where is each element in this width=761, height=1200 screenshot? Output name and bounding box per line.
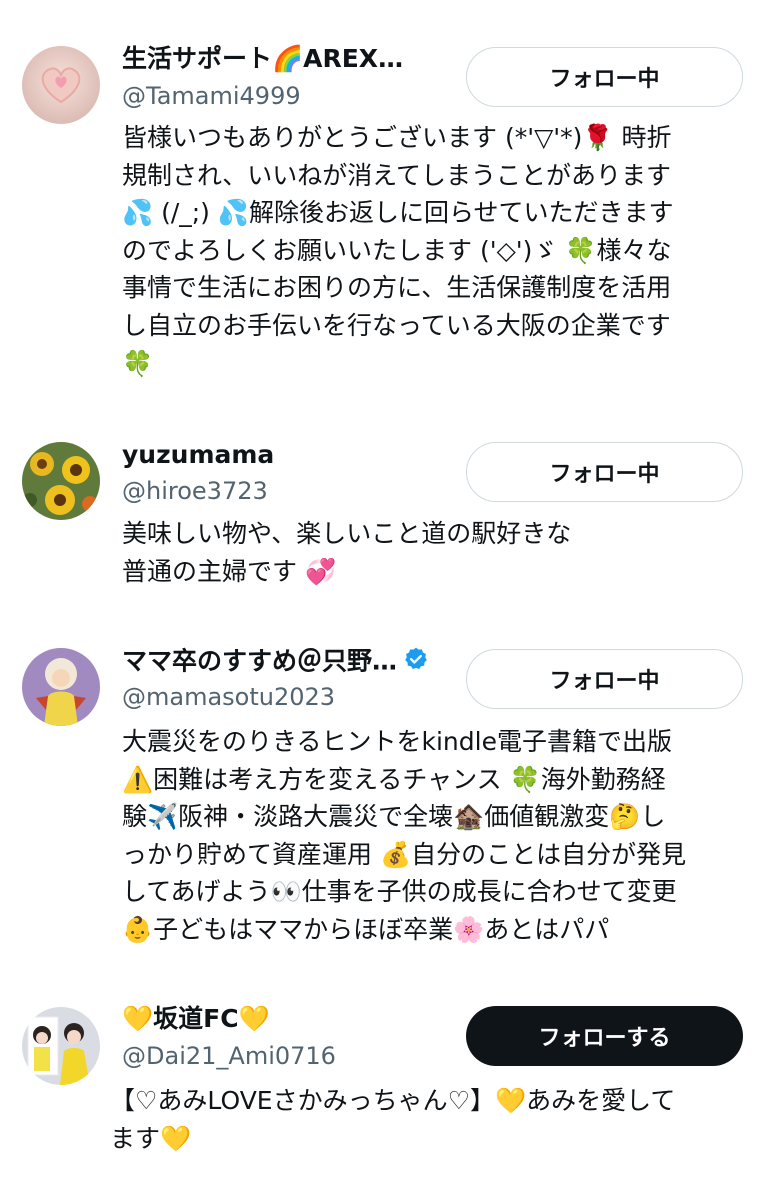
bio: 美味しい物や、楽しいこと道の駅好きな 普通の主婦です 💞 (122, 519, 572, 586)
verified-badge-icon (403, 646, 429, 679)
handle[interactable]: @Tamami4999 (122, 81, 301, 111)
display-name[interactable]: ママ卒のすすめ＠只野… (122, 646, 429, 679)
handle[interactable]: @Dai21_Ami0716 (122, 1041, 336, 1071)
display-name[interactable]: 生活サポート🌈AREX… (122, 44, 403, 74)
avatar[interactable] (22, 648, 100, 726)
bio: 【♡あみLOVEさかみっちゃん♡】💛あみを愛して ます💛 (110, 1086, 676, 1153)
handle[interactable]: @mamasotu2023 (122, 682, 335, 712)
display-name[interactable]: 💛坂道FC💛 (122, 1004, 270, 1034)
following-button[interactable]: フォロー中 (466, 442, 743, 502)
handle[interactable]: @hiroe3723 (122, 476, 268, 506)
following-button[interactable]: フォロー中 (466, 649, 743, 709)
bio: 皆様いつもありがとうございます (*'▽'*)🌹 時折 規制され、いいねが消えて… (122, 123, 674, 378)
avatar[interactable] (22, 46, 100, 124)
follow-button[interactable]: フォローする (466, 1006, 743, 1066)
avatar[interactable] (22, 442, 100, 520)
avatar[interactable] (22, 1007, 100, 1085)
bio: 大震災をのりきるヒントをkindle電子書籍で出版 ⚠️困難は考え方を変えるチャ… (122, 727, 687, 944)
display-name[interactable]: yuzumama (122, 440, 274, 470)
display-name-text[interactable]: ママ卒のすすめ＠只野… (122, 647, 397, 676)
following-button[interactable]: フォロー中 (466, 47, 743, 107)
